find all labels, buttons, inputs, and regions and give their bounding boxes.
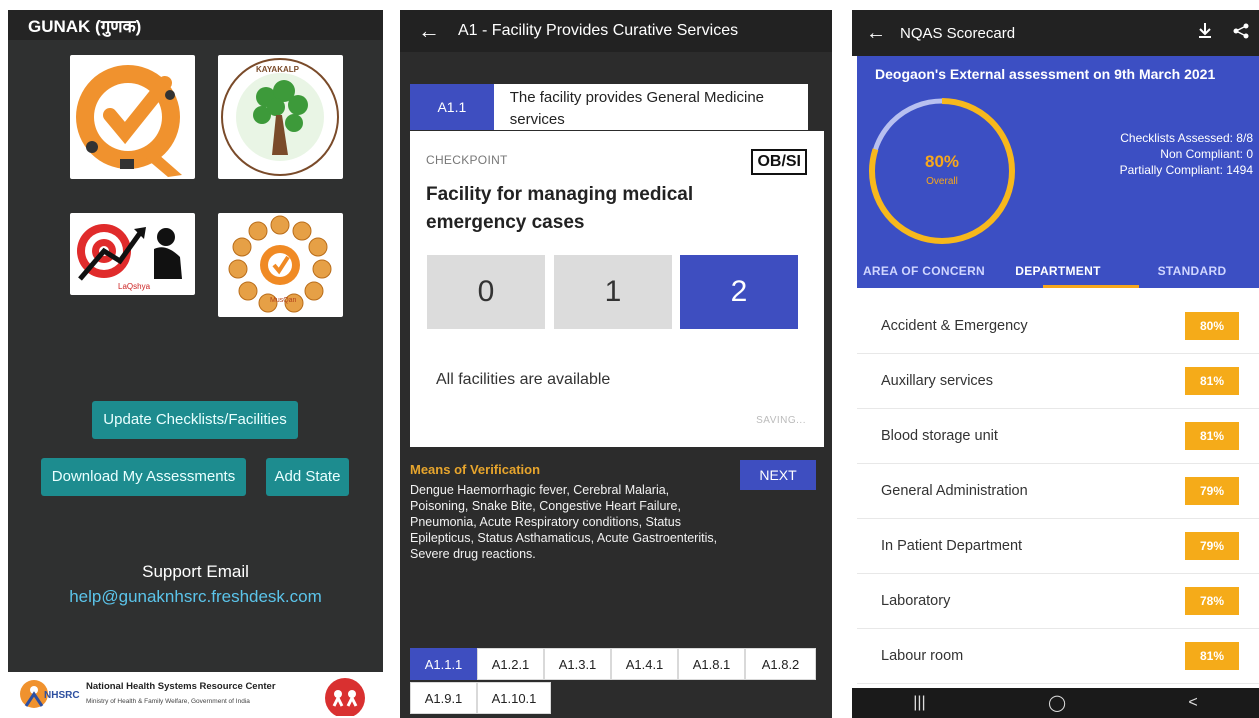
checkpoint-chip[interactable]: A1.3.1 [544,648,611,680]
department-row[interactable]: Auxillary services 81% [857,354,1259,409]
score-0-button[interactable]: 0 [427,255,545,329]
nhsrc-footer: NHSRC National Health Systems Resource C… [8,672,383,718]
department-name: Laboratory [881,593,951,609]
overall-score-value: 80% [924,152,960,171]
update-checklists-button[interactable]: Update Checklists/Facilities [92,401,298,439]
department-name: General Administration [881,483,1028,499]
tab-department[interactable]: DEPARTMENT [991,252,1125,288]
download-assessments-button[interactable]: Download My Assessments [41,458,246,496]
department-score-badge: 79% [1185,477,1239,505]
checkpoint-chip[interactable]: A1.9.1 [410,682,477,714]
back-icon[interactable]: < [1188,694,1197,712]
app-bar: ← NQAS Scorecard [852,10,1259,56]
support-email-link[interactable]: help@gunaknhsrc.freshdesk.com [8,587,383,607]
ministry-emblem-graphic [325,678,365,718]
department-row[interactable]: Laboratory 78% [857,574,1259,629]
department-row[interactable]: General Administration 79% [857,464,1259,519]
checkpoint-chip[interactable]: A1.2.1 [477,648,544,680]
department-score-badge: 81% [1185,422,1239,450]
footer-org-name: National Health Systems Resource Center [86,681,276,692]
laqshya-logo[interactable]: LaQshya [70,213,195,295]
department-row[interactable]: Labour room 81% [857,629,1259,684]
assessment-stats: Checklists Assessed: 8/8 Non Compliant: … [1120,130,1253,178]
criterion-text: The facility provides General Medicine s… [509,89,765,128]
footer-ministry: Ministry of Health & Family Welfare, Gov… [86,698,250,705]
department-score-badge: 80% [1185,312,1239,340]
nhsrc-logo-text: NHSRC [44,690,80,701]
back-arrow-icon[interactable]: ← [852,22,900,45]
assessment-summary-header: Deogaon's External assessment on 9th Mar… [857,56,1259,288]
screen-title: NQAS Scorecard [900,24,1016,42]
tab-area-of-concern[interactable]: AREA OF CONCERN [857,252,991,288]
overall-score-label: Overall [926,176,958,187]
musqan-logo-text: MusQan [270,297,297,304]
score-2-button[interactable]: 2 [680,255,798,329]
department-name: Labour room [881,648,964,664]
checkpoint-chip[interactable]: A1.4.1 [611,648,678,680]
checkpoint-label: CHECKPOINT [426,153,508,167]
checkpoint-screen: ← A1 - Facility Provides Curative Servic… [400,10,832,718]
department-score-badge: 81% [1185,642,1239,670]
checkpoint-chip[interactable]: A1.1.1 [410,648,477,680]
musqan-logo[interactable]: MusQan [218,213,343,317]
means-of-verification-heading: Means of Verification [410,462,541,477]
app-bar: ← A1 - Facility Provides Curative Servic… [400,10,832,52]
checklists-assessed: Checklists Assessed: 8/8 [1120,131,1253,145]
active-tab-indicator [1043,285,1139,288]
department-row[interactable]: In Patient Department 79% [857,519,1259,574]
department-score-badge: 81% [1185,367,1239,395]
add-state-button[interactable]: Add State [266,458,349,496]
ministry-emblem [314,676,376,718]
next-button[interactable]: NEXT [740,460,816,490]
department-name: Auxillary services [881,373,993,389]
back-arrow-icon[interactable]: ← [400,18,458,44]
checkpoint-chip[interactable]: A1.8.2 [745,648,816,680]
checkpoint-card: CHECKPOINT OB/SI Facility for managing m… [410,131,824,447]
checkpoint-chip[interactable]: A1.8.1 [678,648,745,680]
share-icon[interactable] [1223,23,1259,43]
department-score-badge: 79% [1185,532,1239,560]
checkpoint-chip[interactable]: A1.10.1 [477,682,551,714]
kayakalp-logo[interactable]: KAYAKALP [218,55,343,179]
laqshya-logo-text: LaQshya [118,282,151,291]
nqas-logo-graphic [76,65,182,177]
recent-apps-icon[interactable]: ||| [913,694,925,712]
share-icon-graphic [1233,23,1249,39]
support-email-title: Support Email [142,562,249,581]
assessment-title: Deogaon's External assessment on 9th Mar… [875,66,1216,82]
android-nav-bar: ||| ◯ < [852,688,1259,718]
download-icon[interactable] [1187,23,1223,43]
criterion-code: A1.1 [410,84,494,130]
means-of-verification-text: Dengue Haemorrhagic fever, Cerebral Mala… [410,483,718,561]
criterion-row: A1.1 The facility provides General Medic… [410,84,808,130]
checkpoint-title: Facility for managing medical emergency … [426,184,694,233]
download-icon-graphic [1199,23,1211,38]
gunak-home-screen: GUNAK (गुणक) KAYAKALP LaQshya MusQan Upd… [8,10,383,718]
partially-compliant-count: Partially Compliant: 1494 [1119,163,1253,177]
department-row[interactable]: Accident & Emergency 80% [857,299,1259,354]
app-title: GUNAK (गुणक) [28,17,142,36]
nqas-scorecard-screen: ← NQAS Scorecard Deogaon's External asse… [852,10,1259,718]
kayakalp-logo-text: KAYAKALP [256,65,299,74]
scorecard-tabs: AREA OF CONCERN DEPARTMENT STANDARD [857,252,1259,288]
tab-standard[interactable]: STANDARD [1125,252,1259,288]
department-name: Accident & Emergency [881,318,1028,334]
department-name: In Patient Department [881,538,1023,554]
screen-title: A1 - Facility Provides Curative Services [458,22,739,39]
saving-status: SAVING... [756,415,806,426]
non-compliant-count: Non Compliant: 0 [1160,147,1253,161]
overall-score-gauge: 80% Overall [865,94,1019,248]
department-score-badge: 78% [1185,587,1239,615]
home-icon[interactable]: ◯ [1048,693,1066,713]
compliance-note: All facilities are available [436,371,611,388]
app-bar: GUNAK (गुणक) [8,10,383,40]
nhsrc-logo: NHSRC [12,676,84,714]
score-1-button[interactable]: 1 [554,255,672,329]
department-row[interactable]: Blood storage unit 81% [857,409,1259,464]
nqas-logo[interactable] [70,55,195,179]
department-name: Blood storage unit [881,428,998,444]
assessment-method-badge: OB/SI [751,149,807,175]
